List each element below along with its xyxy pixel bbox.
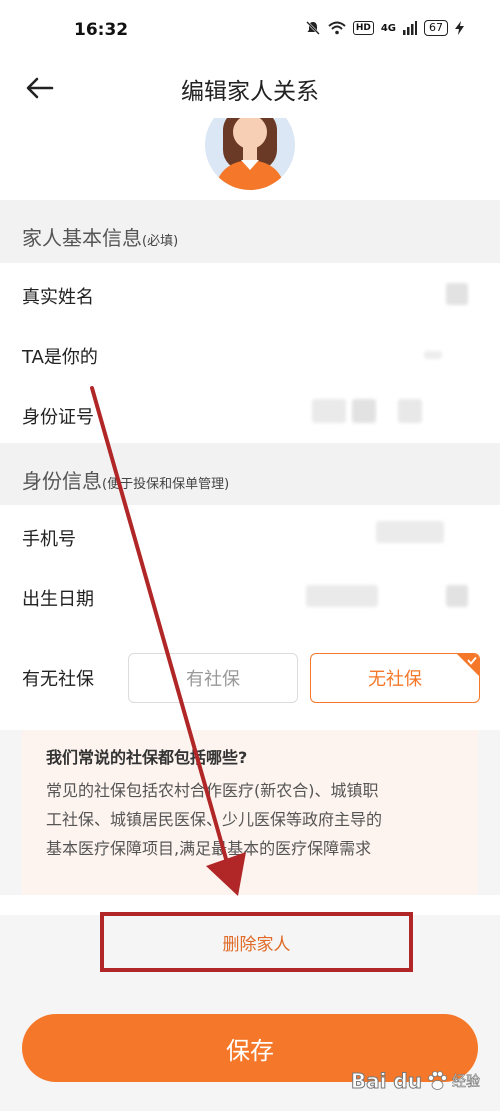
basic-info-header: 家人基本信息(必填) xyxy=(0,200,500,263)
status-icons: HD 4G 67 xyxy=(305,20,464,36)
field-relationship[interactable]: TA是你的 xyxy=(0,323,500,383)
info-text: 常见的社保包括农村合作医疗(新农合)、城镇职 工社保、城镇居民医保、少儿医保等政… xyxy=(46,776,454,863)
status-time: 16:32 xyxy=(74,20,129,40)
signal-icon xyxy=(403,21,417,35)
option-label: 有社保 xyxy=(186,669,240,690)
field-id-number[interactable]: 身份证号 xyxy=(0,383,500,443)
redacted-value xyxy=(446,585,468,607)
field-label: 身份证号 xyxy=(22,407,94,428)
status-bar: 16:32 HD 4G 67 xyxy=(0,0,500,60)
redacted-value xyxy=(376,521,444,543)
redacted-value xyxy=(306,585,378,607)
avatar[interactable] xyxy=(205,118,295,190)
redacted-value xyxy=(398,399,422,423)
delete-label: 删除家人 xyxy=(222,934,291,955)
field-real-name[interactable]: 真实姓名 xyxy=(0,263,500,323)
section-title: 家人基本信息 xyxy=(22,226,142,250)
info-line: 常见的社保包括农村合作医疗(新农合)、城镇职 xyxy=(46,781,379,800)
info-title: 我们常说的社保都包括哪些? xyxy=(46,748,248,767)
field-birth-date[interactable]: 出生日期 xyxy=(0,565,500,625)
page-title: 编辑家人关系 xyxy=(181,79,319,105)
field-label: TA是你的 xyxy=(22,347,98,368)
field-phone[interactable]: 手机号 xyxy=(0,505,500,565)
delete-family-button[interactable]: 删除家人 xyxy=(100,912,413,972)
info-line: 基本医疗保障项目,满足最基本的医疗保障需求 xyxy=(46,839,372,858)
wifi-icon xyxy=(328,21,346,35)
woman-avatar-icon xyxy=(215,118,285,190)
section-note: (便于投保和保单管理) xyxy=(102,477,230,492)
no-social-security-option[interactable]: 无社保 xyxy=(310,653,480,703)
social-security-label: 有无社保 xyxy=(22,669,94,690)
section-title: 身份信息 xyxy=(22,469,102,493)
redacted-value xyxy=(424,351,442,359)
bolt-icon xyxy=(455,21,464,35)
redacted-value xyxy=(446,283,468,305)
watermark-brand: Bai du xyxy=(350,1069,422,1094)
has-social-security-option[interactable]: 有社保 xyxy=(128,653,298,703)
section-note: (必填) xyxy=(142,234,179,249)
paw-icon xyxy=(428,1071,447,1090)
social-security-row: 有无社保 有社保 无社保 xyxy=(0,625,500,730)
baidu-watermark: Bai du 经验 xyxy=(350,1069,481,1094)
option-label: 无社保 xyxy=(368,669,422,690)
redacted-value xyxy=(312,399,346,423)
field-label: 真实姓名 xyxy=(22,287,94,308)
field-label: 出生日期 xyxy=(22,589,94,610)
battery-indicator: 67 xyxy=(424,20,448,36)
avatar-area xyxy=(0,118,500,200)
social-security-info-box: 我们常说的社保都包括哪些? 常见的社保包括农村合作医疗(新农合)、城镇职 工社保… xyxy=(22,730,478,895)
network-type: 4G xyxy=(380,22,396,34)
field-label: 手机号 xyxy=(22,529,76,550)
redacted-value xyxy=(352,399,376,423)
watermark-sub: 经验 xyxy=(452,1074,481,1091)
hd-icon: HD xyxy=(352,21,374,35)
info-line: 工社保、城镇居民医保、少儿医保等政府主导的 xyxy=(46,810,383,829)
check-icon xyxy=(457,654,479,676)
save-label: 保存 xyxy=(226,1036,274,1065)
bell-off-icon xyxy=(305,21,320,35)
nav-bar: 编辑家人关系 xyxy=(0,60,500,118)
identity-info-header: 身份信息(便于投保和保单管理) xyxy=(0,443,500,505)
